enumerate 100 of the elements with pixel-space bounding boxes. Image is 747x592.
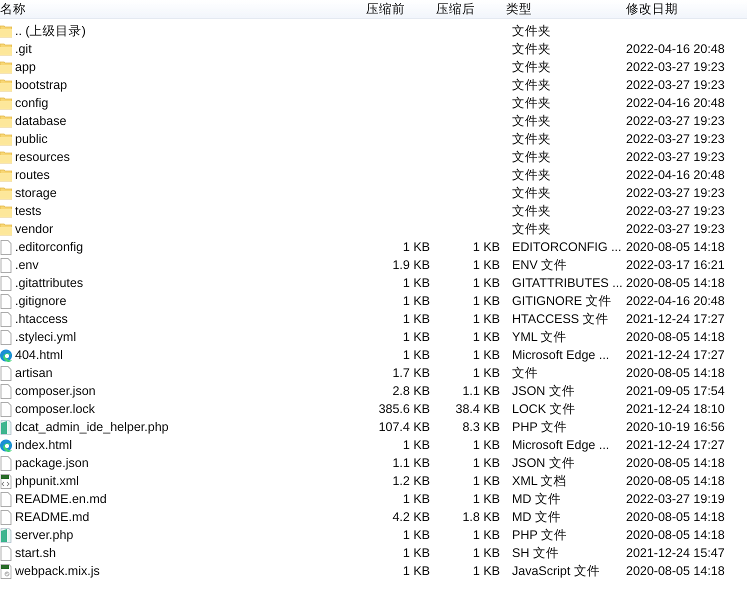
modified-date: 2020-08-05 14:18 xyxy=(625,564,725,578)
file-name[interactable]: .styleci.yml xyxy=(15,330,76,344)
folder-icon xyxy=(0,168,12,182)
file-name[interactable]: .gitignore xyxy=(15,294,66,308)
modified-date: 2020-08-05 14:18 xyxy=(625,456,725,470)
compressed-size: 38.4 KB xyxy=(456,402,500,416)
file-type: JSON 文件 xyxy=(511,382,575,400)
folder-icon xyxy=(0,150,12,164)
file-type: 文件夹 xyxy=(511,112,551,130)
file-type: 文件夹 xyxy=(511,58,551,76)
column-header[interactable]: 压缩后 xyxy=(430,0,500,18)
file-icon xyxy=(0,456,12,470)
file-name[interactable]: bootstrap xyxy=(15,78,68,92)
modified-date: 2020-08-05 14:18 xyxy=(625,510,725,524)
file-name[interactable]: 404.html xyxy=(15,348,63,362)
file-type: Microsoft Edge ... xyxy=(511,348,610,362)
modified-date: 2020-08-05 14:18 xyxy=(625,474,725,488)
file-type: ENV 文件 xyxy=(511,256,568,274)
original-size: 385.6 KB xyxy=(378,402,430,416)
modified-date: 2020-08-05 14:18 xyxy=(625,528,725,542)
file-type: LOCK 文件 xyxy=(511,400,576,418)
file-type: XML 文档 xyxy=(511,472,567,490)
file-name[interactable]: .htaccess xyxy=(15,312,68,326)
file-name[interactable]: routes xyxy=(15,168,50,182)
compressed-size: 1 KB xyxy=(472,294,500,308)
modified-date: 2021-09-05 17:54 xyxy=(625,384,725,398)
folder-icon xyxy=(0,222,12,236)
edge-icon xyxy=(0,348,12,362)
modified-date: 2022-03-17 16:21 xyxy=(625,258,725,272)
original-size: 1 KB xyxy=(402,312,430,326)
column-header[interactable]: 压缩前 xyxy=(360,0,430,18)
folder-icon xyxy=(0,186,12,200)
file-type: PHP 文件 xyxy=(511,526,567,544)
file-type: YML 文件 xyxy=(511,328,567,346)
file-name[interactable]: vendor xyxy=(15,222,54,236)
file-name[interactable]: config xyxy=(15,96,48,110)
column-header[interactable]: 名称 xyxy=(0,0,360,18)
compressed-size: 1 KB xyxy=(472,258,500,272)
file-type: SH 文件 xyxy=(511,544,559,562)
folder-icon xyxy=(0,42,12,56)
file-type: GITIGNORE 文件 xyxy=(511,292,612,310)
file-type: HTACCESS 文件 xyxy=(511,310,609,328)
folder-icon xyxy=(0,132,12,146)
original-size: 1 KB xyxy=(402,330,430,344)
file-name[interactable]: .editorconfig xyxy=(15,240,84,254)
file-name[interactable]: dcat_admin_ide_helper.php xyxy=(15,420,169,434)
file-name[interactable]: package.json xyxy=(15,456,89,470)
modified-date: 2022-03-27 19:23 xyxy=(625,186,725,200)
file-name[interactable]: README.md xyxy=(15,510,90,524)
file-name[interactable]: app xyxy=(15,60,36,74)
file-name[interactable]: .. (上级目录) xyxy=(15,22,86,40)
file-type: MD 文件 xyxy=(511,508,561,526)
modified-date: 2021-12-24 17:27 xyxy=(625,348,725,362)
modified-date: 2022-03-27 19:23 xyxy=(625,222,725,236)
original-size: 1 KB xyxy=(402,348,430,362)
column-header[interactable]: 修改日期 xyxy=(620,0,747,18)
modified-date: 2022-03-27 19:23 xyxy=(625,150,725,164)
modified-date: 2020-08-05 14:18 xyxy=(625,276,725,290)
file-name[interactable]: phpunit.xml xyxy=(15,474,79,488)
file-name[interactable]: resources xyxy=(15,150,70,164)
file-icon xyxy=(0,546,12,560)
file-name[interactable]: composer.lock xyxy=(15,402,95,416)
file-type: PHP 文件 xyxy=(511,418,567,436)
file-type: JavaScript 文件 xyxy=(511,562,600,580)
compressed-size: 1 KB xyxy=(472,456,500,470)
file-name[interactable]: server.php xyxy=(15,528,74,542)
file-name[interactable]: database xyxy=(15,114,66,128)
file-name[interactable]: index.html xyxy=(15,438,72,452)
file-icon xyxy=(0,384,12,398)
file-name[interactable]: .git xyxy=(15,42,32,56)
file-name[interactable]: artisan xyxy=(15,366,53,380)
column-header[interactable]: 类型 xyxy=(500,0,620,18)
file-icon xyxy=(0,258,12,272)
file-name[interactable]: composer.json xyxy=(15,384,96,398)
file-name[interactable]: README.en.md xyxy=(15,492,107,506)
compressed-size: 1.8 KB xyxy=(462,510,500,524)
file-type: GITATTRIBUTES ... xyxy=(511,276,623,290)
original-size: 1 KB xyxy=(402,276,430,290)
file-type: 文件夹 xyxy=(511,94,551,112)
compressed-size: 8.3 KB xyxy=(462,420,500,434)
file-name[interactable]: .gitattributes xyxy=(15,276,84,290)
file-name[interactable]: tests xyxy=(15,204,42,218)
original-size: 1 KB xyxy=(402,546,430,560)
original-size: 2.8 KB xyxy=(392,384,430,398)
file-icon xyxy=(0,510,12,524)
file-name[interactable]: .env xyxy=(15,258,39,272)
file-icon xyxy=(0,294,12,308)
modified-date: 2020-08-05 14:18 xyxy=(625,366,725,380)
original-size: 1.1 KB xyxy=(392,456,430,470)
edge-icon xyxy=(0,438,12,452)
file-type: 文件夹 xyxy=(511,40,551,58)
file-name[interactable]: webpack.mix.js xyxy=(15,564,100,578)
folder-icon xyxy=(0,60,12,74)
file-name[interactable]: public xyxy=(15,132,48,146)
compressed-size: 1 KB xyxy=(472,474,500,488)
original-size: 1 KB xyxy=(402,294,430,308)
file-name[interactable]: storage xyxy=(15,186,57,200)
file-name[interactable]: start.sh xyxy=(15,546,56,560)
compressed-size: 1 KB xyxy=(472,312,500,326)
file-icon xyxy=(0,402,12,416)
